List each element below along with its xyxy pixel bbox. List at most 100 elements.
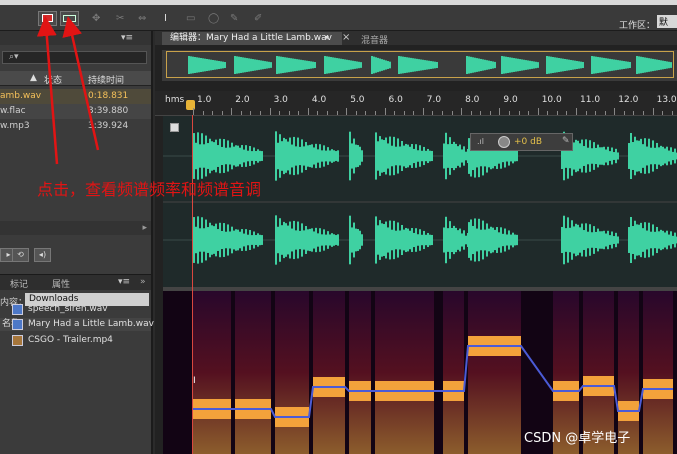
waveform-sample <box>500 227 502 253</box>
slip-tool-icon[interactable]: ⇔ <box>138 13 146 24</box>
spectral-pitch-button[interactable] <box>60 11 79 26</box>
overview-sample <box>430 61 432 69</box>
overview-sample <box>248 58 250 72</box>
ruler-tick <box>566 111 568 115</box>
tab-editor[interactable]: 编辑器：Mary Had a Little Lamb.wav <box>162 32 342 45</box>
waveform-display[interactable] <box>163 116 677 288</box>
ruler-tick <box>240 111 242 115</box>
waveform-sample <box>613 236 615 244</box>
workspace-select[interactable]: 默 <box>657 15 677 28</box>
overview-sample <box>432 61 434 69</box>
overview-sample <box>648 58 650 72</box>
waveform-sample <box>660 145 662 167</box>
overview-sample <box>190 56 192 74</box>
ruler-tick-label: 11.0 <box>580 95 601 105</box>
waveform-sample <box>353 138 355 174</box>
waveform-sample <box>301 139 303 173</box>
files-panel-scroll[interactable]: ▸ <box>0 221 151 235</box>
waveform-sample <box>650 147 652 165</box>
col-state[interactable]: 状态 <box>44 73 62 86</box>
overview-sample <box>511 57 513 73</box>
razor-tool-icon[interactable]: ✂ <box>116 13 124 24</box>
waveform-sample <box>261 235 263 245</box>
panel-menu-icon[interactable]: ▾≡ <box>121 33 133 43</box>
lasso-tool-icon[interactable]: ◯ <box>208 13 219 24</box>
tab-mixer[interactable]: 混音器 <box>361 33 388 46</box>
waveform-sample <box>227 224 229 256</box>
tab-properties[interactable]: 属性 <box>52 277 70 290</box>
time-selection-tool-icon[interactable]: Ι <box>164 13 167 24</box>
waveform-sample <box>411 144 413 168</box>
waveform-sample <box>413 232 415 248</box>
tab-close-icon[interactable]: × <box>342 32 350 43</box>
sort-arrow-icon[interactable]: ▲ <box>30 73 37 83</box>
volume-button[interactable]: ◂) <box>34 248 51 262</box>
file-row[interactable]: w.flac 3:39.880 <box>0 104 151 119</box>
overview-sample <box>426 60 428 70</box>
waveform-sample <box>632 226 634 254</box>
waveform-sample <box>311 228 313 252</box>
amplitude-knob[interactable] <box>498 136 510 148</box>
time-ruler[interactable]: hms 1.0 2.0 3.0 4.0 5.0 6.0 7.0 8.0 9.0 10.0 11.0 1… <box>155 91 677 116</box>
ruler-tick <box>288 111 290 115</box>
waveform-sample <box>605 149 607 163</box>
overview-sample <box>654 59 656 71</box>
overview-sample <box>640 56 642 74</box>
waveform-sample <box>656 226 658 254</box>
waveform-sample <box>283 137 285 175</box>
waveform-sample <box>317 149 319 163</box>
overview-sample <box>492 61 494 69</box>
waveform-sample <box>237 145 239 167</box>
scroll-right-icon[interactable]: ▸ <box>142 223 147 233</box>
waveform-sample <box>512 232 514 248</box>
waveform-sample <box>287 141 289 171</box>
overview-waveform[interactable] <box>162 50 677 81</box>
panel-menu-icon[interactable]: ▾≡ <box>118 277 130 287</box>
amplitude-hud[interactable]: .ıl +0 dB ✎ <box>470 133 573 151</box>
panel-expand-icon[interactable]: » <box>140 277 146 287</box>
move-tool-icon[interactable]: ✥ <box>92 13 100 24</box>
spectral-frequency-button[interactable] <box>38 11 57 26</box>
tab-markers[interactable]: 标记 <box>10 277 28 290</box>
waveform-sample <box>231 226 233 254</box>
ruler-tick <box>346 108 348 115</box>
waveform-sample <box>249 230 251 250</box>
overview-sample <box>224 61 226 69</box>
waveform-sample <box>359 230 361 250</box>
file-row[interactable]: amb.wav 0:18.831 <box>0 89 151 104</box>
marquee-tool-icon[interactable]: ▭ <box>186 13 195 24</box>
pin-icon[interactable]: ✎ <box>562 136 570 146</box>
waveform-sample <box>291 228 293 252</box>
col-duration[interactable]: 持续时间 <box>88 73 124 86</box>
waveform-sample <box>389 220 391 260</box>
waveform-sample <box>447 228 449 252</box>
waveform-sample <box>391 145 393 167</box>
overview-sample <box>238 56 240 74</box>
waveform-sample <box>287 225 289 255</box>
spectrogram-column <box>313 291 345 454</box>
file-row[interactable]: w.mp3 3:39.924 <box>0 119 151 134</box>
waveform-sample <box>609 151 611 161</box>
waveform-sample <box>514 150 516 162</box>
waveform-sample <box>241 145 243 167</box>
tab-menu-icon[interactable]: ▾ <box>325 33 329 42</box>
files-search-input[interactable]: ⌕▾ <box>2 51 147 64</box>
brush-tool-icon[interactable]: ✎ <box>230 13 238 24</box>
waveform-sample <box>573 226 575 254</box>
overview-sample <box>188 56 190 74</box>
overview-sample <box>484 59 486 71</box>
overview-sample <box>670 62 672 68</box>
overview-sample <box>625 61 627 69</box>
loop-button[interactable]: ⟲ <box>12 248 29 262</box>
overview-sample <box>533 61 535 69</box>
waveform-sample <box>325 150 327 162</box>
spot-heal-tool-icon[interactable]: ✐ <box>254 13 262 24</box>
ruler-tick <box>585 111 587 115</box>
ruler-tick <box>365 111 367 115</box>
spectrogram-column <box>468 291 521 454</box>
waveform-sample <box>516 150 518 162</box>
overview-sample <box>196 57 198 73</box>
media-panel-tabs: 标记 属性 ▾≡ » <box>0 274 151 290</box>
spectrogram-column <box>643 291 673 454</box>
waveform-sample <box>652 224 654 256</box>
